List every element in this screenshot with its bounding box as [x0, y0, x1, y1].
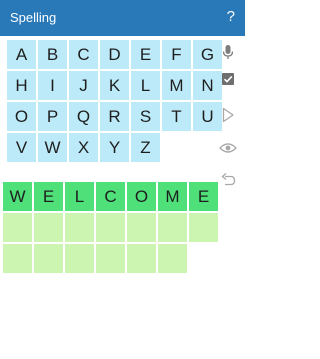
key-h[interactable]: H: [7, 71, 36, 100]
app-title: Spelling: [10, 10, 57, 25]
answer-slot[interactable]: [158, 213, 187, 242]
spelling-app: Spelling ? A B C D E F G H I J K L M N O…: [0, 0, 245, 359]
answer-slot[interactable]: [65, 244, 94, 273]
answer-slot[interactable]: E: [189, 182, 218, 211]
answer-slot[interactable]: [158, 244, 187, 273]
answer-slot[interactable]: L: [65, 182, 94, 211]
answer-slot[interactable]: [127, 244, 156, 273]
key-p[interactable]: P: [38, 102, 67, 131]
answer-slot[interactable]: [127, 213, 156, 242]
answer-slot[interactable]: [189, 213, 218, 242]
key-c[interactable]: C: [69, 40, 98, 69]
answer-slot[interactable]: [3, 213, 32, 242]
key-f[interactable]: F: [162, 40, 191, 69]
key-j[interactable]: J: [69, 71, 98, 100]
answer-slot[interactable]: [34, 244, 63, 273]
answer-slot[interactable]: [65, 213, 94, 242]
play-icon[interactable]: [218, 105, 238, 125]
answer-slot[interactable]: [96, 213, 125, 242]
key-e[interactable]: E: [131, 40, 160, 69]
answer-slot[interactable]: [96, 244, 125, 273]
help-button[interactable]: ?: [227, 8, 235, 26]
key-r[interactable]: R: [100, 102, 129, 131]
key-k[interactable]: K: [100, 71, 129, 100]
key-a[interactable]: A: [7, 40, 36, 69]
key-y[interactable]: Y: [100, 133, 129, 162]
key-d[interactable]: D: [100, 40, 129, 69]
answer-slot[interactable]: W: [3, 182, 32, 211]
key-q[interactable]: Q: [69, 102, 98, 131]
answer-slot[interactable]: O: [127, 182, 156, 211]
answer-grid: W E L C O M E: [3, 182, 218, 273]
key-o[interactable]: O: [7, 102, 36, 131]
answer-slot[interactable]: E: [34, 182, 63, 211]
answer-slot[interactable]: M: [158, 182, 187, 211]
key-s[interactable]: S: [131, 102, 160, 131]
key-w[interactable]: W: [38, 133, 67, 162]
key-b[interactable]: B: [38, 40, 67, 69]
app-bar: Spelling ?: [0, 0, 245, 36]
answer-slot[interactable]: C: [96, 182, 125, 211]
letter-keyboard: A B C D E F G H I J K L M N O P Q R S T …: [7, 40, 222, 162]
key-x[interactable]: X: [69, 133, 98, 162]
check-icon[interactable]: [218, 69, 238, 89]
key-z[interactable]: Z: [131, 133, 160, 162]
key-l[interactable]: L: [131, 71, 160, 100]
key-t[interactable]: T: [162, 102, 191, 131]
answer-slot[interactable]: [34, 213, 63, 242]
key-v[interactable]: V: [7, 133, 36, 162]
key-m[interactable]: M: [162, 71, 191, 100]
key-i[interactable]: I: [38, 71, 67, 100]
microphone-icon[interactable]: [218, 42, 238, 62]
undo-icon[interactable]: [218, 170, 238, 190]
eye-icon[interactable]: [218, 138, 238, 158]
answer-slot[interactable]: [3, 244, 32, 273]
